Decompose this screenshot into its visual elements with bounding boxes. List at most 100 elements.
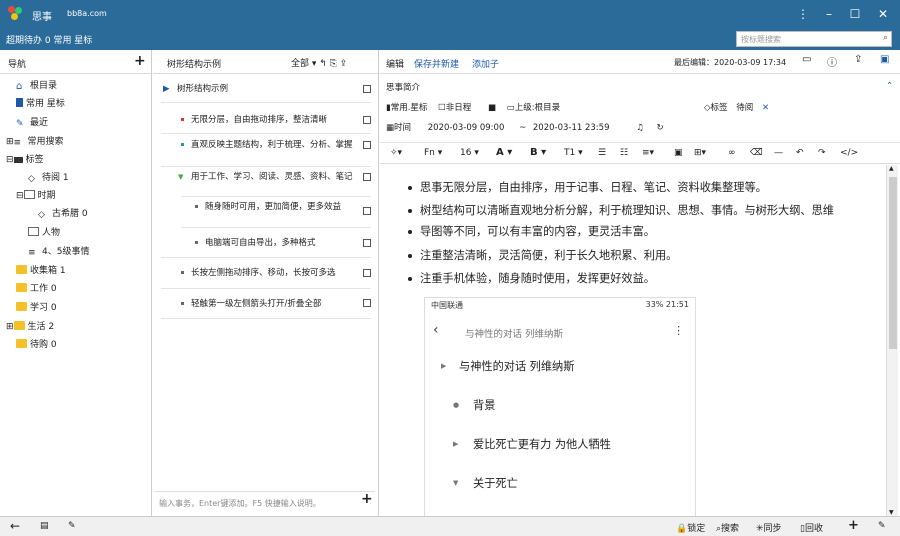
tag-chip[interactable]: 待阅 [736,103,753,113]
share-icon[interactable]: ⇪ [340,59,348,69]
nav-item-root[interactable]: ⌂ 根目录 [16,78,57,92]
bold-button[interactable]: B ▾ [530,147,546,158]
non-schedule-checkbox[interactable]: ☐ [438,103,446,113]
note-edit-icon[interactable]: ✎ [68,521,76,531]
list-item[interactable]: 电脑端可自由导出，多种格式 [195,237,355,249]
scroll-up-icon[interactable]: ▲ [889,165,894,172]
calendar-icon[interactable]: ▤ [40,521,49,531]
quick-add-input[interactable]: 输入事务，Enter键添加。F5 快捷输入说明。 [155,491,375,513]
nav-item-inbox[interactable]: 收集箱 1 [16,263,66,276]
nav-item-people[interactable]: 人物 [28,225,60,238]
add-child-button[interactable]: 添加子 [472,57,499,70]
item-checkbox[interactable] [363,269,371,277]
compose-icon[interactable]: ✎ [878,521,886,531]
bullet-list-icon[interactable]: ☰ [598,148,606,158]
nav-item-life[interactable]: ⊞ 生活 2 [6,319,54,332]
menu-icon[interactable]: ⋮ [794,5,812,23]
sync-button[interactable]: ✳同步 [756,521,782,534]
redo-icon[interactable]: ↷ [818,148,826,158]
collapse-icon[interactable]: ⊟ [6,155,14,165]
close-icon[interactable]: ✕ [874,5,892,23]
time-end[interactable]: 2020-03-11 23:59 [533,123,610,133]
lock-button[interactable]: 🔒锁定 [676,521,705,534]
item-checkbox[interactable] [363,85,371,93]
export-icon[interactable]: ⎘ [330,59,337,69]
expand-icon[interactable]: ⊞ [6,137,14,147]
nav-item-saved-search[interactable]: ⊞≡ 常用搜索 [6,134,64,148]
list-item[interactable]: ▶ 树形结构示例 [163,83,357,95]
recycle-button[interactable]: ▯回收 [800,521,823,534]
list-item[interactable]: 长按左侧拖动排序、移动，长按可多选 [181,267,361,279]
nav-item-shopping[interactable]: 待购 0 [16,337,57,350]
share-icon[interactable]: ⇪ [854,54,862,65]
add-button[interactable]: + [848,518,859,533]
time-start[interactable]: 2020-03-09 09:00 [428,123,505,133]
expand-icon[interactable]: ⊞ [6,322,14,332]
save-icon[interactable]: ▣ [880,54,889,65]
collapse-arrow-icon[interactable]: ▼ [178,171,183,183]
folder-outline-icon[interactable]: ▭ [507,103,515,113]
note-title[interactable]: 思事简介 [386,81,420,93]
expand-arrow-icon[interactable]: ▶ [163,83,170,95]
quick-add-button[interactable]: + [361,491,373,507]
item-checkbox[interactable] [363,239,371,247]
item-checkbox[interactable] [363,173,371,181]
list-item[interactable]: 直观反映主题结构，利于梳理、分析、掌握 [181,139,355,151]
nav-item-work[interactable]: 工作 0 [16,281,57,294]
nav-item-recent[interactable]: ✎ 最近 [16,115,48,129]
info-icon[interactable]: ⓘ [827,54,837,69]
list-item[interactable]: 无限分层，自由拖动排序，整洁清晰 [181,114,355,126]
bell-icon[interactable]: ♫ [636,123,644,133]
undo-icon[interactable]: ↶ [796,148,804,158]
nav-item-starred[interactable]: 常用 星标 [16,96,65,109]
back-arrow-icon[interactable]: ← [10,519,20,533]
item-checkbox[interactable] [363,299,371,307]
chevron-down-icon[interactable]: ▾ [312,59,317,69]
item-checkbox[interactable] [363,207,371,215]
search-button[interactable]: ⌕搜索 [716,521,739,534]
save-new-button[interactable]: 保存并新建 [414,57,459,70]
heading-select[interactable]: T1 ▾ [564,148,583,158]
code-icon[interactable]: </> [840,148,858,158]
font-color-icon[interactable]: A ▾ [496,147,512,158]
link-icon[interactable]: ∞ [728,148,736,158]
horizontal-rule-icon[interactable]: — [774,148,783,158]
minimize-icon[interactable]: – [820,5,838,23]
search-icon[interactable]: ⌕ [883,33,888,43]
table-icon[interactable]: ⊞▾ [694,148,706,158]
image-icon[interactable]: ▣ [674,148,683,158]
overdue-summary[interactable]: 超期待办 0 常用 星标 [6,33,92,46]
list-item[interactable]: 随身随时可用，更加简便，更多效益 [195,201,355,213]
size-select[interactable]: 16 ▾ [460,148,479,158]
window-icon[interactable]: ▭ [802,54,811,65]
scroll-thumb[interactable] [889,177,897,349]
nav-item-period[interactable]: ⊟ 时期 [16,188,56,201]
remove-tag-icon[interactable]: ✕ [762,103,769,113]
item-checkbox[interactable] [363,116,371,124]
nav-item-level[interactable]: ≡ 4、5级事情 [28,244,89,258]
editor-content[interactable]: 思事无限分层，自由排序，用于记事、日程、笔记、资料收集整理等。 树型结构可以清晰… [380,165,886,516]
nav-item-study[interactable]: 学习 0 [16,300,57,313]
nav-item-tags[interactable]: ⊟ 标签 [6,152,44,165]
filter-select[interactable]: 全部 [291,59,309,69]
list-item[interactable]: ▼ 用于工作、学习、阅读、灵感、资料、笔记 [178,171,355,183]
add-nav-button[interactable]: + [134,53,146,69]
up-level-icon[interactable]: ↰ [319,59,327,69]
square-icon[interactable]: ■ [488,103,496,113]
number-list-icon[interactable]: ☷ [620,148,628,158]
maximize-icon[interactable]: ☐ [846,5,864,23]
edit-button[interactable]: 编辑 [386,57,404,70]
font-select[interactable]: Fn ▾ [424,148,442,158]
collapse-icon[interactable]: ⊟ [16,191,24,201]
nav-item-toread[interactable]: ◇ 待阅 1 [28,170,69,184]
magic-icon[interactable]: ✧▾ [390,148,402,158]
scroll-down-icon[interactable]: ▼ [889,509,894,516]
parent-label[interactable]: 上级:根目录 [515,103,560,113]
item-checkbox[interactable] [363,141,371,149]
repeat-icon[interactable]: ↻ [657,123,664,133]
align-icon[interactable]: ≡▾ [642,148,654,158]
title-search-input[interactable]: 按标题搜索 ⌕ [736,31,892,47]
editor-scrollbar[interactable]: ▲ ▼ [886,165,898,516]
clear-format-icon[interactable]: ⌫ [750,148,763,158]
nav-item-greece[interactable]: ◇ 古希腊 0 [38,206,88,220]
